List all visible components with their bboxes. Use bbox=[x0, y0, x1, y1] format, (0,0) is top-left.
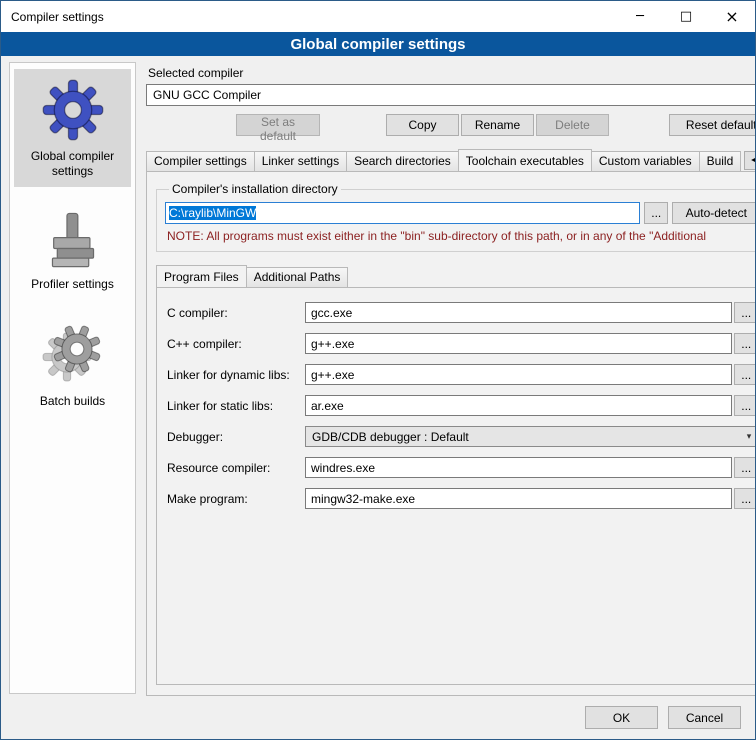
static-linker-value: ar.exe bbox=[311, 399, 344, 413]
copy-button[interactable]: Copy bbox=[386, 114, 459, 136]
form-row-cpp-compiler: C++ compiler: g++.exe ... bbox=[167, 333, 755, 354]
window-controls: ─ □ × bbox=[617, 1, 755, 32]
window-title: Compiler settings bbox=[11, 10, 104, 24]
make-program-browse-button[interactable]: ... bbox=[734, 488, 755, 509]
program-files-tabstrip: Program Files Additional Paths bbox=[156, 264, 755, 287]
profiler-icon bbox=[44, 211, 102, 269]
debugger-value: GDB/CDB debugger : Default bbox=[312, 430, 469, 444]
form-row-dynamic-linker: Linker for dynamic libs: g++.exe ... bbox=[167, 364, 755, 385]
resource-compiler-browse-button[interactable]: ... bbox=[734, 457, 755, 478]
main-panel: Selected compiler GNU GCC Compiler ▾ Set… bbox=[146, 62, 755, 696]
dialog-body: Global compiler settings Profiler settin… bbox=[1, 56, 755, 696]
tab-search-directories[interactable]: Search directories bbox=[346, 151, 459, 171]
c-compiler-label: C compiler: bbox=[167, 306, 305, 320]
program-files-page: C compiler: gcc.exe ... C++ compiler: g+… bbox=[156, 287, 755, 685]
cpp-compiler-label: C++ compiler: bbox=[167, 337, 305, 351]
gray-gears-icon bbox=[42, 324, 104, 386]
tab-scroll-arrows: ◄ ► bbox=[744, 151, 755, 170]
sidebar-item-label: Batch builds bbox=[40, 394, 105, 409]
subtab-program-files[interactable]: Program Files bbox=[156, 265, 247, 287]
cancel-button[interactable]: Cancel bbox=[668, 706, 741, 729]
dynamic-linker-browse-button[interactable]: ... bbox=[734, 364, 755, 385]
reset-defaults-button[interactable]: Reset defaults bbox=[669, 114, 755, 136]
cpp-compiler-value: g++.exe bbox=[311, 337, 354, 351]
cpp-compiler-browse-button[interactable]: ... bbox=[734, 333, 755, 354]
bin-subdirectory-note: NOTE: All programs must exist either in … bbox=[167, 229, 755, 243]
compiler-actions: Set as default Copy Rename Delete Reset … bbox=[146, 114, 755, 136]
sidebar-item-global-compiler-settings[interactable]: Global compiler settings bbox=[14, 69, 131, 187]
sidebar-item-batch-builds[interactable]: Batch builds bbox=[14, 314, 131, 417]
debugger-select[interactable]: GDB/CDB debugger : Default ▾ bbox=[305, 426, 755, 447]
make-program-input[interactable]: mingw32-make.exe bbox=[305, 488, 732, 509]
make-program-label: Make program: bbox=[167, 492, 305, 506]
dynamic-linker-label: Linker for dynamic libs: bbox=[167, 368, 305, 382]
c-compiler-input[interactable]: gcc.exe bbox=[305, 302, 732, 323]
installation-directory-browse-button[interactable]: ... bbox=[644, 202, 668, 224]
selected-compiler-select[interactable]: GNU GCC Compiler ▾ bbox=[146, 84, 755, 106]
auto-detect-button[interactable]: Auto-detect bbox=[672, 202, 755, 224]
tab-build-options[interactable]: Build bbox=[699, 151, 742, 171]
dynamic-linker-value: g++.exe bbox=[311, 368, 354, 382]
c-compiler-value: gcc.exe bbox=[311, 306, 352, 320]
form-row-debugger: Debugger: GDB/CDB debugger : Default ▾ bbox=[167, 426, 755, 447]
form-row-static-linker: Linker for static libs: ar.exe ... bbox=[167, 395, 755, 416]
form-row-c-compiler: C compiler: gcc.exe ... bbox=[167, 302, 755, 323]
installation-directory-label: Compiler's installation directory bbox=[169, 182, 341, 196]
set-as-default-button: Set as default bbox=[236, 114, 320, 136]
chevron-down-icon: ▾ bbox=[747, 431, 752, 442]
static-linker-label: Linker for static libs: bbox=[167, 399, 305, 413]
cpp-compiler-input[interactable]: g++.exe bbox=[305, 333, 732, 354]
resource-compiler-label: Resource compiler: bbox=[167, 461, 305, 475]
subtab-additional-paths[interactable]: Additional Paths bbox=[246, 267, 349, 287]
sidebar-item-label: Global compiler settings bbox=[16, 149, 129, 179]
installation-directory-input[interactable]: C:\raylib\MinGW bbox=[165, 202, 640, 224]
dynamic-linker-input[interactable]: g++.exe bbox=[305, 364, 732, 385]
sidebar-item-label: Profiler settings bbox=[31, 277, 114, 292]
titlebar: Compiler settings ─ □ × bbox=[1, 1, 755, 32]
c-compiler-browse-button[interactable]: ... bbox=[734, 302, 755, 323]
dialog-header-title: Global compiler settings bbox=[1, 32, 755, 56]
settings-tabstrip: Compiler settings Linker settings Search… bbox=[146, 148, 755, 171]
dialog-footer: OK Cancel bbox=[1, 696, 755, 739]
form-row-make-program: Make program: mingw32-make.exe ... bbox=[167, 488, 755, 509]
form-row-resource-compiler: Resource compiler: windres.exe ... bbox=[167, 457, 755, 478]
resource-compiler-input[interactable]: windres.exe bbox=[305, 457, 732, 478]
selected-compiler-label: Selected compiler bbox=[148, 66, 755, 80]
tab-compiler-settings[interactable]: Compiler settings bbox=[146, 151, 255, 171]
static-linker-input[interactable]: ar.exe bbox=[305, 395, 732, 416]
tab-scroll-left-icon[interactable]: ◄ bbox=[744, 151, 755, 170]
debugger-label: Debugger: bbox=[167, 430, 305, 444]
installation-directory-value: C:\raylib\MinGW bbox=[169, 206, 256, 220]
resource-compiler-value: windres.exe bbox=[311, 461, 375, 475]
minimize-icon[interactable]: ─ bbox=[617, 1, 663, 32]
ok-button[interactable]: OK bbox=[585, 706, 658, 729]
make-program-value: mingw32-make.exe bbox=[311, 492, 415, 506]
compiler-settings-dialog: Compiler settings ─ □ × Global compiler … bbox=[0, 0, 756, 740]
maximize-icon[interactable]: □ bbox=[663, 1, 709, 32]
blue-gear-icon bbox=[42, 79, 104, 141]
settings-sidebar: Global compiler settings Profiler settin… bbox=[9, 62, 136, 694]
rename-button[interactable]: Rename bbox=[461, 114, 534, 136]
tab-custom-variables[interactable]: Custom variables bbox=[591, 151, 700, 171]
installation-directory-row: C:\raylib\MinGW ... Auto-detect bbox=[165, 202, 755, 224]
selected-compiler-value: GNU GCC Compiler bbox=[153, 88, 261, 102]
installation-directory-group: Compiler's installation directory C:\ray… bbox=[156, 182, 755, 252]
delete-button: Delete bbox=[536, 114, 609, 136]
tab-toolchain-executables[interactable]: Toolchain executables bbox=[458, 149, 592, 171]
close-icon[interactable]: × bbox=[709, 1, 755, 32]
sidebar-item-profiler-settings[interactable]: Profiler settings bbox=[14, 201, 131, 300]
toolchain-executables-page: Compiler's installation directory C:\ray… bbox=[146, 171, 755, 696]
tab-linker-settings[interactable]: Linker settings bbox=[254, 151, 347, 171]
static-linker-browse-button[interactable]: ... bbox=[734, 395, 755, 416]
